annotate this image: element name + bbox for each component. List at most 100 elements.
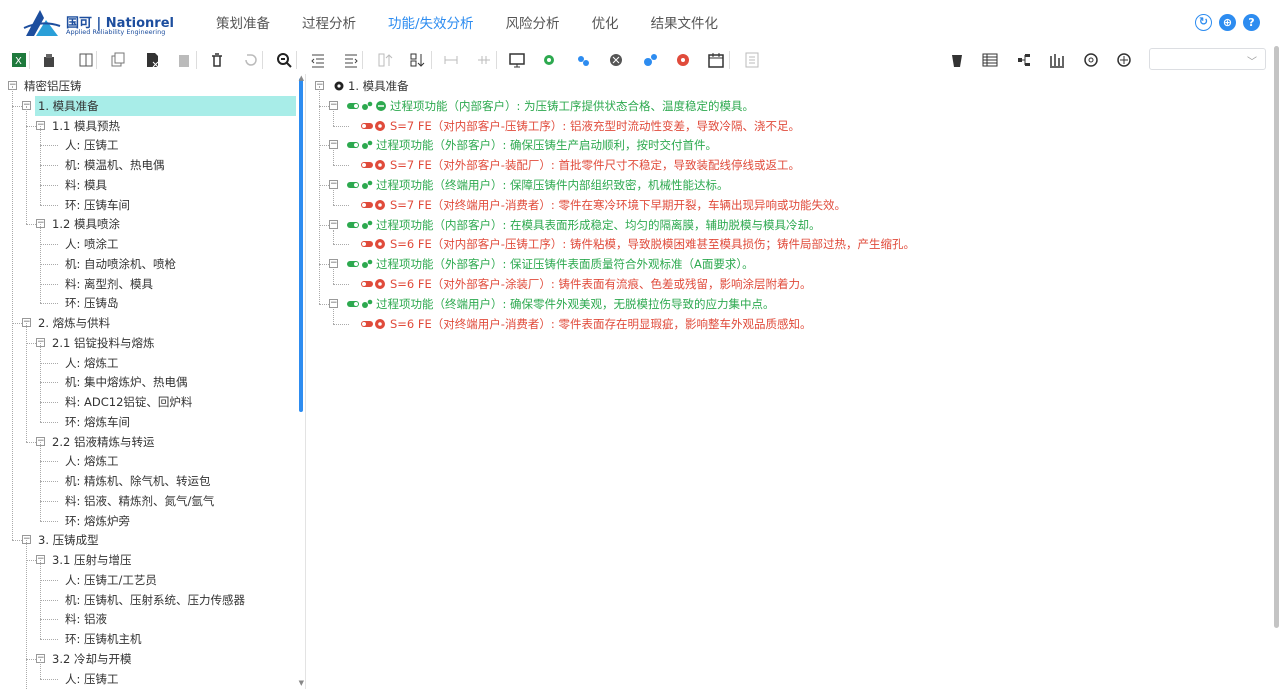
function-item[interactable]: 过程项功能（内部客户）: 为压铸工序提供状态合格、温度稳定的模具。 [390, 96, 754, 116]
collapse-toggle-icon[interactable]: − [329, 219, 338, 229]
toggle-off-icon [361, 162, 373, 169]
scroll-down-icon[interactable]: ▼ [299, 679, 304, 687]
tree-node[interactable]: 人: 压铸工/工艺员 [0, 570, 300, 590]
indent-icon[interactable] [340, 49, 362, 71]
toolbar-separator [29, 51, 30, 69]
config-gear-icon[interactable] [1113, 49, 1135, 71]
tree-node[interactable]: 料: 铝液、精炼剂、氮气/氩气 [0, 491, 300, 511]
failure-effect-item[interactable]: S=6 FE（对终端用户-消费者）: 零件表面存在明显瑕疵，影响整车外观品质感知… [390, 314, 811, 334]
monitor-icon[interactable] [506, 49, 528, 71]
nav-item-1[interactable]: 过程分析 [286, 0, 372, 46]
tree-node[interactable]: −1.2 模具喷涂 [0, 214, 300, 234]
collapse-toggle-icon[interactable]: − [329, 180, 338, 189]
tree-node[interactable]: 人: 压铸工 [0, 669, 300, 689]
tree-connector [40, 441, 41, 521]
sort-icon[interactable] [406, 49, 428, 71]
tree-node[interactable]: 机: 集中熔炼炉、热电偶 [0, 372, 300, 392]
tree-connector [40, 184, 58, 186]
tree-node[interactable]: 料: 离型剂、模具 [0, 274, 300, 294]
tree-node[interactable]: 机: 模温机、热电偶 [0, 155, 300, 175]
tree-node[interactable]: 机: 自动喷涂机、喷枪 [0, 254, 300, 274]
gears-blue-icon[interactable] [572, 49, 594, 71]
gear-green-icon[interactable] [538, 49, 560, 71]
refresh-icon[interactable]: ↻ [1195, 14, 1212, 31]
function-item[interactable]: 过程项功能（外部客户）: 确保压铸生产启动顺利，按时交付首件。 [376, 135, 717, 155]
tree-node[interactable]: −3.1 压射与增压 [0, 550, 300, 570]
cup-icon[interactable] [946, 49, 968, 71]
gear-cross-icon[interactable] [605, 49, 627, 71]
table-icon[interactable] [979, 49, 1001, 71]
list-check-icon[interactable] [741, 49, 763, 71]
hierarchy-icon[interactable] [1013, 49, 1035, 71]
move-up-icon[interactable] [374, 49, 396, 71]
tree-node[interactable]: 机: 精炼机、除气机、转运包 [0, 471, 300, 491]
gear-red-icon[interactable] [672, 49, 694, 71]
tree-node[interactable]: 人: 熔炼工 [0, 353, 300, 373]
tree-connector [333, 269, 334, 284]
paste-icon[interactable] [38, 49, 60, 71]
excel-export-icon[interactable]: X [8, 49, 30, 71]
collapse-toggle-icon[interactable]: − [329, 298, 338, 308]
nav-item-0[interactable]: 策划准备 [200, 0, 286, 46]
nav-item-3[interactable]: 风险分析 [490, 0, 576, 46]
collapse-toggle-icon[interactable]: − [329, 100, 338, 110]
failure-effect-item[interactable]: S=7 FE（对内部客户-压铸工序）: 铝液充型时流动性变差，导致冷隔、浇不足。 [390, 116, 800, 136]
failure-effect-item[interactable]: S=6 FE（对内部客户-压铸工序）: 铸件粘模，导致脱模困难甚至模具损伤；铸件… [390, 234, 915, 254]
tree-node[interactable]: 料: 铝液 [0, 609, 300, 629]
tree-node[interactable]: 料: 模具 [0, 175, 300, 195]
tree-node-label: 人: 熔炼工 [65, 355, 119, 370]
failure-effect-item[interactable]: S=6 FE（对外部客户-涂装厂）: 铸件表面有流痕、色差或残留，影响涂层附着力… [390, 274, 811, 294]
copy-icon[interactable] [107, 49, 129, 71]
nav-item-5[interactable]: 结果文件化 [635, 0, 735, 46]
tree-node[interactable]: 机: 压铸机、压射系统、压力传感器 [0, 590, 300, 610]
tree-scrollbar-thumb[interactable] [299, 78, 303, 412]
bar-chart-icon[interactable] [1046, 49, 1068, 71]
tree-node[interactable]: −2.1 铝锭投料与熔炼 [0, 333, 300, 353]
clipboard-icon[interactable] [173, 49, 195, 71]
collapse-toggle-icon[interactable]: − [329, 140, 338, 150]
function-item[interactable]: 过程项功能（终端用户）: 确保零件外观美观，无脱模拉伤导致的应力集中点。 [376, 294, 775, 314]
nav-item-4[interactable]: 优化 [576, 0, 635, 46]
settings-gear-icon[interactable] [1080, 49, 1102, 71]
trash-icon[interactable] [206, 49, 228, 71]
tree-connector [26, 560, 36, 561]
function-item[interactable]: 过程项功能（外部客户）: 保证压铸件表面质量符合外观标准（A面要求）。 [376, 254, 754, 274]
tree-node[interactable]: 料: ADC12铝锭、回炉料 [0, 392, 300, 412]
tree-node[interactable]: 人: 压铸工 [0, 135, 300, 155]
gears-pair-icon[interactable] [639, 49, 661, 71]
scroll-up-icon[interactable]: ▲ [299, 74, 304, 82]
unlink-icon[interactable] [473, 49, 495, 71]
split-icon[interactable] [75, 49, 97, 71]
globe-icon[interactable]: ⊕ [1219, 14, 1236, 31]
help-icon[interactable]: ? [1243, 14, 1260, 31]
link-icon[interactable] [440, 49, 462, 71]
tree-node[interactable]: 环: 压铸机主机 [0, 629, 300, 649]
page-scrollbar[interactable] [1274, 46, 1279, 628]
tree-node[interactable]: 人: 熔炼工 [0, 451, 300, 471]
function-item[interactable]: 过程项功能（内部客户）: 在模具表面形成稳定、均匀的隔离膜，辅助脱模与模具冷却。 [376, 215, 821, 235]
tree-root-label[interactable]: 1. 模具准备 [348, 76, 409, 96]
tree-node[interactable]: − 精密铝压铸 [0, 76, 300, 96]
tree-node[interactable]: −2.2 铝液精炼与转运 [0, 432, 300, 452]
collapse-toggle-icon[interactable]: − [329, 259, 338, 269]
undo-icon[interactable] [240, 49, 262, 71]
view-select[interactable]: ﹀ [1149, 48, 1266, 70]
failure-effect-item[interactable]: S=7 FE（对外部客户-装配厂）: 首批零件尺寸不稳定，导致装配线停线或返工。 [390, 155, 800, 175]
tree-node[interactable]: −3.2 冷却与开模 [0, 649, 300, 669]
nav-item-2[interactable]: 功能/失效分析 [372, 0, 490, 46]
failure-effect-item[interactable]: S=7 FE（对终端用户-消费者）: 零件在寒冷环境下早期开裂，车辆出现异响或功… [390, 195, 846, 215]
tree-node[interactable]: −1. 模具准备 [0, 95, 300, 116]
delete-doc-icon[interactable] [141, 49, 163, 71]
outdent-icon[interactable] [307, 49, 329, 71]
function-item[interactable]: 过程项功能（终端用户）: 保障压铸件内部组织致密，机械性能达标。 [376, 175, 729, 195]
tree-node[interactable]: 环: 熔炼炉旁 [0, 511, 300, 531]
tree-node[interactable]: 环: 压铸车间 [0, 195, 300, 215]
tree-node[interactable]: 环: 压铸岛 [0, 293, 300, 313]
tree-node[interactable]: −3. 压铸成型 [0, 530, 300, 550]
tree-node[interactable]: −1.1 模具预热 [0, 116, 300, 136]
tree-node[interactable]: 环: 熔炼车间 [0, 412, 300, 432]
tree-node[interactable]: 人: 喷涂工 [0, 234, 300, 254]
calendar-icon[interactable] [705, 49, 727, 71]
zoom-out-icon[interactable] [273, 49, 295, 71]
tree-node[interactable]: −2. 熔炼与供料 [0, 313, 300, 333]
